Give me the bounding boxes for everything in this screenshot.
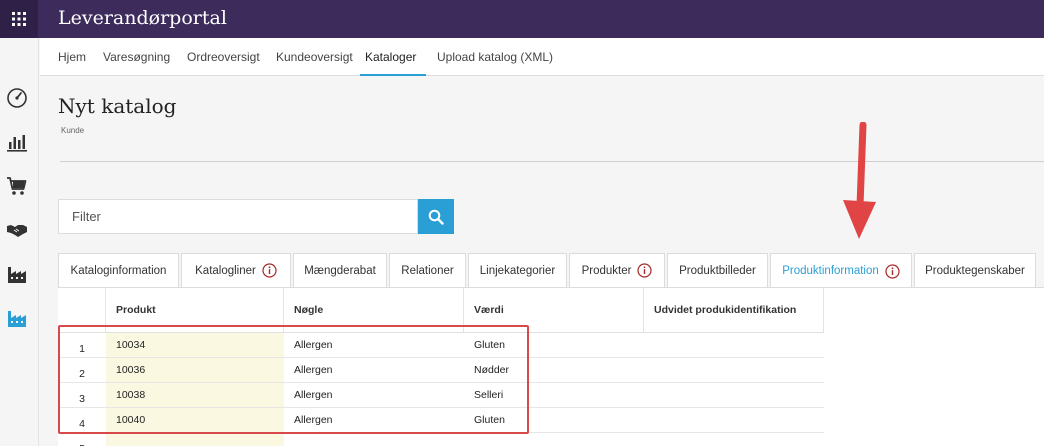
sidebar	[0, 38, 39, 446]
value-cell[interactable]: Gluten	[464, 408, 644, 432]
tab-products[interactable]: Produkter	[569, 253, 665, 287]
cart-icon	[7, 177, 27, 195]
product-cell[interactable]	[106, 433, 284, 446]
column-header-product[interactable]: Produkt	[106, 288, 284, 332]
column-header-extended-id[interactable]: Udvidet produkidentifikation	[644, 288, 824, 332]
tab-quantity-discount[interactable]: Mængderabat	[293, 253, 387, 287]
tab-line-categories[interactable]: Linjekategorier	[468, 253, 567, 287]
tab-label: Kataloginformation	[70, 264, 167, 277]
column-header-value[interactable]: Værdi	[464, 288, 644, 332]
product-cell[interactable]: 10040	[106, 408, 284, 432]
app-launcher-button[interactable]	[0, 0, 38, 38]
row-number: 4	[79, 418, 85, 430]
factory-icon	[8, 267, 26, 283]
sidebar-item-catalogs[interactable]	[5, 306, 29, 330]
sidebar-item-customers[interactable]	[5, 218, 29, 242]
value-cell[interactable]: Nødder	[464, 358, 644, 382]
page-subtitle: Kunde	[61, 126, 85, 135]
main-nav: Hjem Varesøgning Ordreoversigt Kundeover…	[40, 38, 1044, 76]
nav-item-product-search[interactable]: Varesøgning	[103, 38, 170, 76]
key-cell[interactable]: Allergen	[284, 383, 464, 407]
nav-item-order-overview[interactable]: Ordreoversigt	[187, 38, 260, 76]
info-icon[interactable]	[885, 263, 900, 279]
gauge-icon	[7, 88, 27, 108]
table-row[interactable]: 4 10040 Allergen Gluten	[58, 408, 824, 433]
tab-catalog-information[interactable]: Kataloginformation	[58, 253, 179, 287]
product-cell[interactable]: 10038	[106, 383, 284, 407]
row-number: 3	[79, 393, 85, 405]
value-cell[interactable]	[464, 433, 644, 446]
search-icon	[428, 209, 444, 225]
tab-label: Produktegenskaber	[925, 264, 1025, 277]
row-number-header	[58, 288, 106, 332]
table-row[interactable]: 3 10038 Allergen Selleri	[58, 383, 824, 408]
key-cell[interactable]: Allergen	[284, 408, 464, 432]
tab-label: Relationer	[401, 264, 454, 277]
tab-label: Katalogliner	[195, 264, 256, 277]
tab-product-information[interactable]: Produktinformation	[770, 253, 912, 288]
tab-relations[interactable]: Relationer	[389, 253, 466, 287]
tab-label: Linjekategorier	[479, 264, 556, 277]
sidebar-item-statistics[interactable]	[5, 130, 29, 154]
product-cell[interactable]: 10034	[106, 333, 284, 357]
sidebar-item-dashboard[interactable]	[5, 86, 29, 110]
table-row[interactable]: 5	[58, 433, 824, 446]
key-cell[interactable]: Allergen	[284, 358, 464, 382]
row-number: 5	[58, 433, 106, 446]
tab-product-properties[interactable]: Produktegenskaber	[914, 253, 1036, 287]
sidebar-item-suppliers[interactable]	[5, 262, 29, 286]
nav-item-catalogs[interactable]: Kataloger	[360, 38, 426, 76]
page-title: Nyt katalog	[58, 94, 177, 118]
handshake-icon	[7, 225, 27, 237]
tab-label: Produkter	[581, 264, 632, 277]
product-info-grid: Produkt Nøgle Værdi Udvidet produkidenti…	[58, 287, 1044, 446]
info-icon[interactable]	[637, 263, 653, 278]
tab-product-images[interactable]: Produktbilleder	[667, 253, 768, 287]
bar-chart-icon	[7, 135, 27, 152]
tab-label: Mængderabat	[304, 264, 376, 277]
info-icon[interactable]	[262, 263, 277, 278]
column-header-key[interactable]: Nøgle	[284, 288, 464, 332]
sidebar-item-orders[interactable]	[5, 174, 29, 198]
top-bar: Leverandørportal	[0, 0, 1044, 38]
nav-item-home[interactable]: Hjem	[58, 38, 86, 76]
row-number: 2	[79, 368, 85, 380]
row-number: 1	[79, 343, 85, 355]
nav-item-upload-catalog[interactable]: Upload katalog (XML)	[437, 38, 553, 76]
key-cell[interactable]: Allergen	[284, 333, 464, 357]
table-row[interactable]: 2 10036 Allergen Nødder	[58, 358, 824, 383]
arrow-down-icon	[843, 122, 876, 239]
tab-catalog-lines[interactable]: Katalogliner	[181, 253, 291, 287]
tab-label: Produktinformation	[782, 265, 879, 277]
key-cell[interactable]	[284, 433, 464, 446]
factory-icon	[8, 311, 26, 327]
filter-input[interactable]	[58, 199, 418, 234]
filter-search-button[interactable]	[418, 199, 454, 234]
grid-icon	[12, 12, 26, 26]
app-title: Leverandørportal	[58, 7, 227, 29]
nav-item-customer-overview[interactable]: Kundeoversigt	[276, 38, 353, 76]
value-cell[interactable]: Selleri	[464, 383, 644, 407]
header-divider	[60, 161, 1044, 162]
tab-label: Produktbilleder	[679, 264, 756, 277]
product-cell[interactable]: 10036	[106, 358, 284, 382]
table-row[interactable]: 1 10034 Allergen Gluten	[58, 333, 824, 358]
value-cell[interactable]: Gluten	[464, 333, 644, 357]
